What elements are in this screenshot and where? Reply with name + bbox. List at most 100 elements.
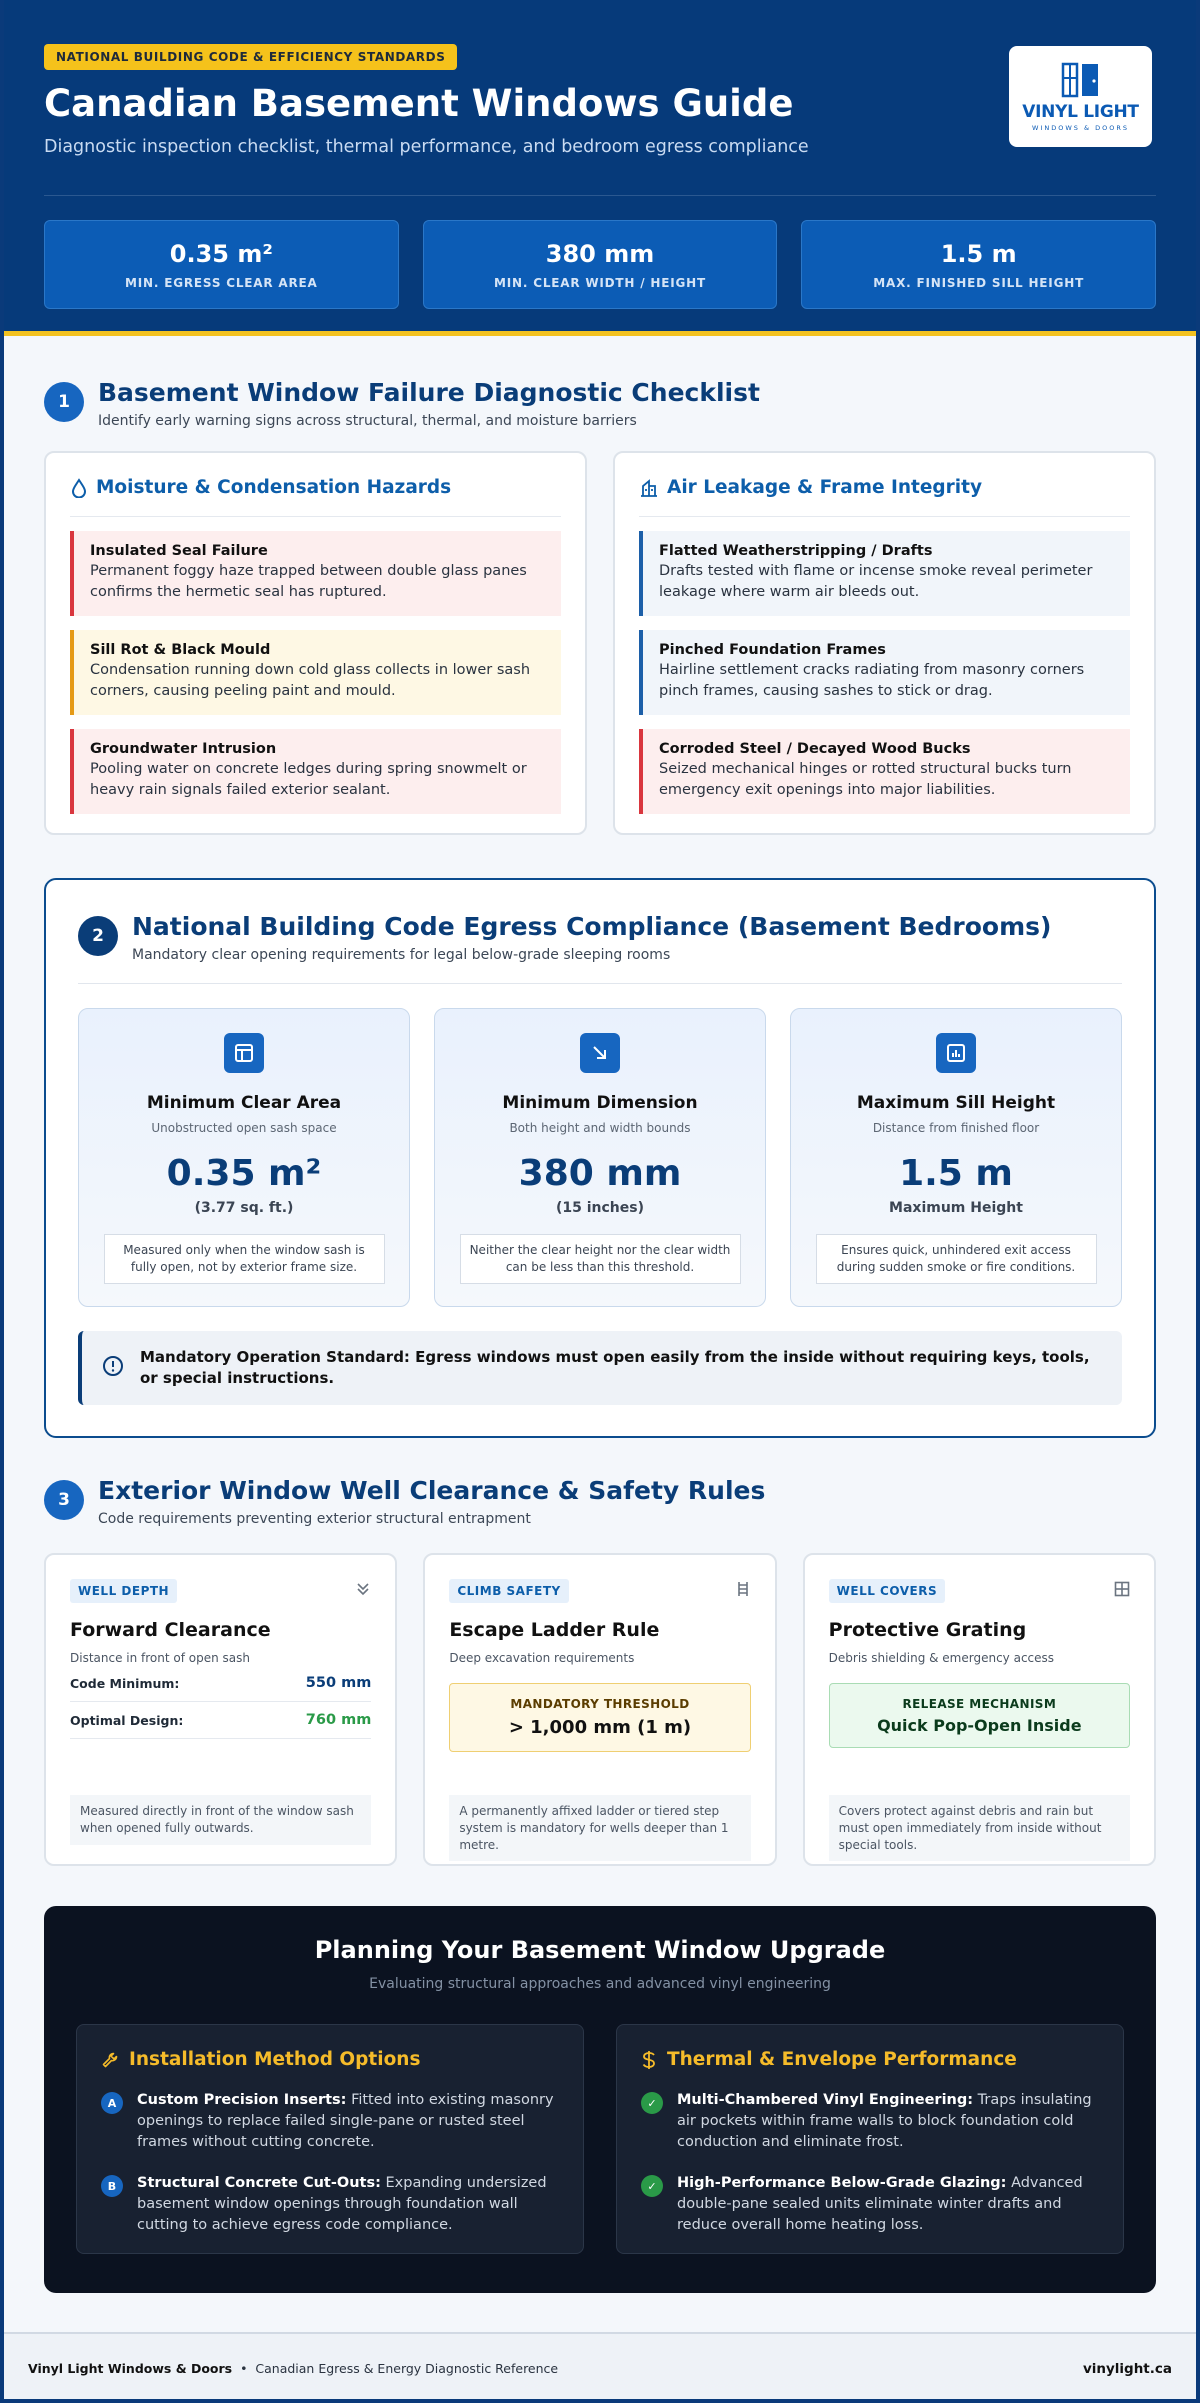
logo-tagline: WINDOWS & DOORS <box>1032 123 1129 132</box>
card-tag: WELL DEPTH <box>70 1579 178 1603</box>
alert-circle-icon <box>103 1356 123 1376</box>
check-icon: ✓ <box>641 2175 663 2198</box>
card-title-text: Installation Method Options <box>129 2049 421 2070</box>
threshold-value: > 1,000 mm (1 m) <box>508 1717 692 1738</box>
item-desc: Seized mechanical hinges or rotted struc… <box>659 761 1072 799</box>
checklist-item: Pinched Foundation Frames Hairline settl… <box>639 630 1130 715</box>
section-subtitle: Identify early warning signs across stru… <box>98 413 637 429</box>
card-title-text: Moisture & Condensation Hazards <box>96 477 452 498</box>
logo-wordmark: VINYL LIGHT <box>1022 101 1139 122</box>
chevrons-down-icon <box>357 1583 369 1596</box>
card-tag: WELL COVERS <box>828 1579 946 1603</box>
egress-card-min-dimension: Minimum Dimension Both height and width … <box>434 1008 766 1307</box>
card-title: Installation Method Options <box>101 2049 559 2070</box>
plan-item: ✓ Multi-Chambered Vinyl Engineering: Tra… <box>641 2090 1099 2153</box>
arrow-down-right-icon <box>580 1033 620 1073</box>
plan-item-title: High-Performance Below-Grade Glazing: <box>677 2175 1007 2192</box>
egress-subtitle: Both height and width bounds <box>509 1121 691 1135</box>
stat-egress-area: 0.35 m² MIN. EGRESS CLEAR AREA <box>44 220 399 309</box>
egress-value: 0.35 m² <box>166 1153 322 1194</box>
option-badge: A <box>101 2092 123 2114</box>
section-number: 1 <box>44 382 84 422</box>
section-number: 2 <box>78 916 118 956</box>
card-title: Air Leakage & Frame Integrity <box>639 477 1130 517</box>
card-subtitle: Debris shielding & emergency access <box>828 1651 1055 1665</box>
section-title: Exterior Window Well Clearance & Safety … <box>98 1476 766 1505</box>
item-desc: Condensation running down cold glass col… <box>90 662 531 700</box>
egress-note: Ensures quick, unhindered exit access du… <box>815 1234 1097 1284</box>
egress-unit: (15 inches) <box>555 1200 644 1216</box>
grid-icon <box>1114 1581 1130 1597</box>
brand-logo[interactable]: VINYL LIGHT WINDOWS & DOORS <box>1009 46 1152 147</box>
plan-item-title: Custom Precision Inserts: <box>137 2092 347 2108</box>
spec-value: 550 mm <box>305 1675 372 1691</box>
egress-card-sill-height: Maximum Sill Height Distance from finish… <box>790 1008 1122 1307</box>
option-badge: B <box>101 2175 123 2198</box>
egress-note: Neither the clear height nor the clear w… <box>459 1234 741 1284</box>
stat-sill-height: 1.5 m MAX. FINISHED SILL HEIGHT <box>801 220 1157 309</box>
thermal-performance-card: Thermal & Envelope Performance ✓ Multi-C… <box>616 2024 1124 2254</box>
plan-item-text: High-Performance Below-Grade Glazing: Ad… <box>677 2173 1099 2236</box>
stat-value: 380 mm <box>545 239 655 268</box>
stat-label: MAX. FINISHED SILL HEIGHT <box>873 275 1085 290</box>
item-title: Sill Rot & Black Mould <box>90 642 271 658</box>
card-title: Protective Grating <box>828 1619 1027 1641</box>
plan-item-text: Structural Concrete Cut-Outs: Expanding … <box>137 2173 559 2236</box>
item-title: Corroded Steel / Decayed Wood Bucks <box>659 741 971 757</box>
footer-website-link[interactable]: vinylight.ca <box>1083 2361 1172 2377</box>
plan-item-text: Custom Precision Inserts: Fitted into ex… <box>137 2090 559 2153</box>
item-desc: Permanent foggy haze trapped between dou… <box>90 563 527 601</box>
section-divider <box>78 983 1122 984</box>
section-title: Basement Window Failure Diagnostic Check… <box>98 378 760 407</box>
spec-row: Optimal Design: 760 mm <box>70 1702 372 1739</box>
egress-subtitle: Unobstructed open sash space <box>151 1121 337 1135</box>
plan-item: B Structural Concrete Cut-Outs: Expandin… <box>101 2173 559 2236</box>
hero-divider <box>44 195 1156 196</box>
section-title: National Building Code Egress Compliance… <box>132 912 1052 941</box>
section-heading: 1 Basement Window Failure Diagnostic Che… <box>44 378 1156 429</box>
mandatory-text: Mandatory Operation Standard: Egress win… <box>140 1348 1090 1387</box>
footer-brand: Vinyl Light Windows & Doors <box>28 2361 233 2376</box>
bar-chart-icon <box>936 1033 976 1073</box>
egress-unit: (3.77 sq. ft.) <box>194 1200 294 1216</box>
footer-separator: • <box>240 2361 248 2376</box>
release-box: RELEASE MECHANISM Quick Pop-Open Inside <box>828 1683 1130 1748</box>
air-leakage-card: Air Leakage & Frame Integrity Flatted We… <box>613 451 1156 835</box>
section-heading: 3 Exterior Window Well Clearance & Safet… <box>44 1476 1156 1527</box>
stat-label: MIN. CLEAR WIDTH / HEIGHT <box>494 275 706 290</box>
card-subtitle: Deep excavation requirements <box>449 1651 635 1665</box>
well-covers-card: WELL COVERS Protective Grating Debris sh… <box>802 1553 1156 1866</box>
installation-options-card: Installation Method Options A Custom Pre… <box>76 2024 584 2254</box>
card-footnote: Covers protect against debris and rain b… <box>828 1795 1130 1862</box>
item-title: Insulated Seal Failure <box>90 543 268 559</box>
layout-icon <box>224 1033 264 1073</box>
egress-unit: Maximum Height <box>889 1200 1023 1216</box>
card-subtitle: Distance in front of open sash <box>70 1651 251 1665</box>
plan-item: ✓ High-Performance Below-Grade Glazing: … <box>641 2173 1099 2236</box>
item-desc: Hairline settlement cracks radiating fro… <box>659 662 1085 700</box>
climb-safety-card: CLIMB SAFETY Escape Ladder Rule Deep exc… <box>423 1553 777 1866</box>
item-title: Groundwater Intrusion <box>90 741 277 757</box>
page-footer: Vinyl Light Windows & Doors • Canadian E… <box>4 2332 1196 2399</box>
card-title: Thermal & Envelope Performance <box>641 2049 1099 2070</box>
diagnostic-checklist-section: 1 Basement Window Failure Diagnostic Che… <box>44 378 1156 835</box>
spec-label: Optimal Design: <box>70 1712 184 1728</box>
well-depth-card: WELL DEPTH Forward Clearance Distance in… <box>44 1553 398 1866</box>
plan-item-title: Structural Concrete Cut-Outs: <box>137 2175 381 2192</box>
hero-header: NATIONAL BUILDING CODE & EFFICIENCY STAN… <box>4 0 1196 336</box>
wrench-icon <box>102 2052 118 2067</box>
checklist-item: Corroded Steel / Decayed Wood Bucks Seiz… <box>639 729 1130 814</box>
window-door-logo-icon <box>1061 62 1098 97</box>
card-title-text: Thermal & Envelope Performance <box>667 2049 1017 2070</box>
threshold-label: MANDATORY THRESHOLD <box>510 1697 690 1711</box>
section-subtitle: Code requirements preventing exterior st… <box>98 1511 531 1527</box>
ladder-icon <box>737 1582 748 1596</box>
egress-title: Minimum Dimension <box>502 1093 698 1113</box>
page-title: Canadian Basement Windows Guide <box>44 82 794 125</box>
item-title: Pinched Foundation Frames <box>659 642 886 658</box>
checklist-item: Groundwater Intrusion Pooling water on c… <box>70 729 561 814</box>
item-desc: Pooling water on concrete ledges during … <box>90 761 527 799</box>
plan-item: A Custom Precision Inserts: Fitted into … <box>101 2090 559 2153</box>
card-title: Moisture & Condensation Hazards <box>70 477 561 517</box>
item-title: Flatted Weatherstripping / Drafts <box>659 543 933 559</box>
